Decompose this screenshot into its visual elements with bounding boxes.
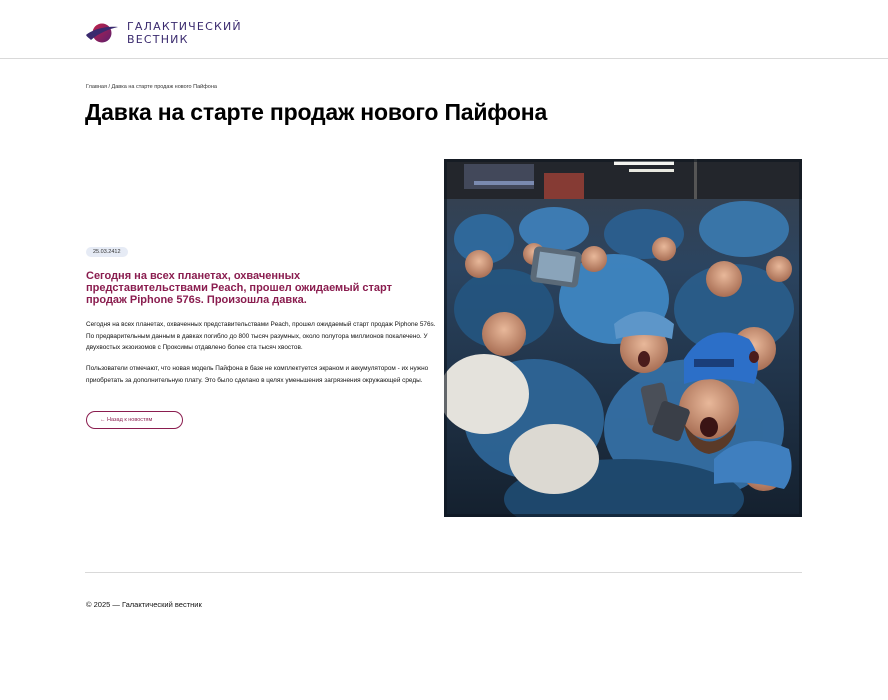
breadcrumb[interactable]: Главная / Давка на старте продаж нового …	[86, 84, 217, 90]
date-badge: 25.03.2412	[86, 247, 128, 257]
planet-swoosh-icon	[86, 23, 118, 43]
article-photo	[444, 159, 802, 517]
crowd-photo-illustration	[444, 159, 802, 517]
page-title: Давка на старте продаж нового Пайфона	[85, 99, 548, 125]
article-lead: Сегодня на всех планетах, охваченных пре…	[86, 270, 392, 306]
logo-text: ГАЛАКТИЧЕСКИЙ ВЕСТНИК	[127, 20, 242, 46]
footer-divider	[85, 572, 802, 573]
back-to-news-button[interactable]: ← Назад к новостям	[86, 411, 183, 429]
logo-line-1: ГАЛАКТИЧЕСКИЙ	[127, 20, 242, 33]
logo-line-2: ВЕСТНИК	[127, 33, 189, 46]
article-paragraph-1: Сегодня на всех планетах, охваченных пре…	[86, 321, 436, 351]
site-header: ГАЛАКТИЧЕСКИЙ ВЕСТНИК	[0, 0, 888, 59]
footer-copyright: © 2025 — Галактический вестник	[86, 600, 202, 609]
site-logo[interactable]: ГАЛАКТИЧЕСКИЙ ВЕСТНИК	[85, 18, 242, 48]
article-paragraph-2: Пользователи отмечают, что новая модель …	[86, 365, 429, 384]
